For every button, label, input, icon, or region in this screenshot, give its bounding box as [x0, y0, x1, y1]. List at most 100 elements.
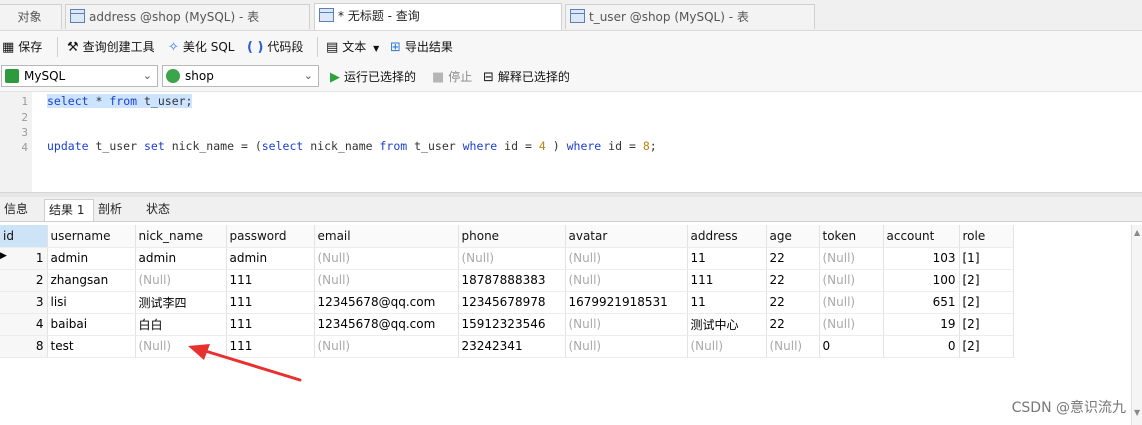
- cell-nick-name[interactable]: admin: [135, 247, 227, 270]
- column-header-avatar[interactable]: avatar: [565, 225, 688, 248]
- cell-role[interactable]: [2]: [959, 269, 1014, 292]
- cell-age[interactable]: (Null): [766, 335, 820, 358]
- export-results-button[interactable]: ⊞ 导出结果: [390, 38, 453, 56]
- result-tabs: 信息 结果 1 剖析 状态: [0, 197, 1142, 222]
- column-header-token[interactable]: token: [819, 225, 884, 248]
- cell-account[interactable]: 103: [883, 247, 960, 270]
- table-row[interactable]: 2 zhangsan (Null) 111 (Null) 18787888383 (Null…: [0, 269, 1014, 292]
- cell-avatar[interactable]: (Null): [565, 247, 688, 270]
- cell-token[interactable]: 0: [819, 335, 884, 358]
- cell-role[interactable]: [2]: [959, 291, 1014, 314]
- column-header-account[interactable]: account: [883, 225, 960, 248]
- table-row[interactable]: 1 admin admin admin (Null) (Null) (Null) 11 22 (N…: [0, 247, 1014, 270]
- cell-email[interactable]: 12345678@qq.com: [314, 313, 459, 336]
- code-snippet-button[interactable]: ( ) 代码段: [247, 38, 303, 56]
- cell-role[interactable]: [2]: [959, 335, 1014, 358]
- column-header-password[interactable]: password: [226, 225, 315, 248]
- cell-email[interactable]: (Null): [314, 247, 459, 270]
- tab-info[interactable]: 信息: [0, 199, 32, 221]
- cell-avatar[interactable]: (Null): [565, 335, 688, 358]
- tab-untitled-query[interactable]: * 无标题 - 查询: [314, 3, 562, 30]
- cell-token[interactable]: (Null): [819, 313, 884, 336]
- tab-address-table[interactable]: address @shop (MySQL) - 表: [65, 4, 310, 29]
- cell-account[interactable]: 19: [883, 313, 960, 336]
- tab-objects[interactable]: 对象: [0, 4, 62, 29]
- column-header-id[interactable]: id: [0, 225, 48, 248]
- cell-password[interactable]: 111: [226, 313, 315, 336]
- explain-selected-button[interactable]: ⊟ 解释已选择的: [483, 68, 570, 86]
- stop-button[interactable]: ■ 停止: [432, 68, 472, 86]
- cell-id[interactable]: 8: [0, 335, 48, 358]
- cell-nick-name[interactable]: 测试李四: [135, 291, 227, 314]
- cell-avatar[interactable]: (Null): [565, 313, 688, 336]
- cell-email[interactable]: (Null): [314, 335, 459, 358]
- database-select[interactable]: shop ⌄: [162, 65, 319, 87]
- cell-address[interactable]: 测试中心: [687, 313, 767, 336]
- table-row[interactable]: 8 test (Null) 111 (Null) 23242341 (Null) (Null)…: [0, 335, 1014, 358]
- cell-token[interactable]: (Null): [819, 247, 884, 270]
- cell-password[interactable]: admin: [226, 247, 315, 270]
- cell-phone[interactable]: 15912323546: [458, 313, 566, 336]
- cell-role[interactable]: [1]: [959, 247, 1014, 270]
- vertical-scrollbar[interactable]: ▲ ▼: [1131, 225, 1142, 425]
- cell-account[interactable]: 100: [883, 269, 960, 292]
- connection-select[interactable]: MySQL ⌄: [1, 65, 158, 87]
- explain-selected-label: 解释已选择的: [497, 70, 570, 84]
- tab-t-user-table[interactable]: t_user @shop (MySQL) - 表: [565, 4, 815, 29]
- cell-account[interactable]: 0: [883, 335, 960, 358]
- cell-username[interactable]: test: [47, 335, 136, 358]
- cell-email[interactable]: (Null): [314, 269, 459, 292]
- cell-avatar[interactable]: 1679921918531: [565, 291, 688, 314]
- run-selected-button[interactable]: ▶ 运行已选择的: [330, 68, 416, 86]
- cell-id[interactable]: 3: [0, 291, 48, 314]
- cell-age[interactable]: 22: [766, 313, 820, 336]
- cell-token[interactable]: (Null): [819, 291, 884, 314]
- cell-email[interactable]: 12345678@qq.com: [314, 291, 459, 314]
- text-mode-button[interactable]: ▤ 文本 ▼: [326, 38, 379, 56]
- cell-address[interactable]: 111: [687, 269, 767, 292]
- scroll-down-icon[interactable]: ▼: [1134, 408, 1140, 417]
- column-header-email[interactable]: email: [314, 225, 459, 248]
- cell-phone[interactable]: 18787888383: [458, 269, 566, 292]
- cell-username[interactable]: zhangsan: [47, 269, 136, 292]
- column-header-role[interactable]: role: [959, 225, 1014, 248]
- cell-age[interactable]: 22: [766, 269, 820, 292]
- cell-avatar[interactable]: (Null): [565, 269, 688, 292]
- column-header-username[interactable]: username: [47, 225, 136, 248]
- cell-phone[interactable]: (Null): [458, 247, 566, 270]
- cell-role[interactable]: [2]: [959, 313, 1014, 336]
- table-row[interactable]: 4 baibai 白白 111 12345678@qq.com 15912323546 (N…: [0, 313, 1014, 336]
- column-header-phone[interactable]: phone: [458, 225, 566, 248]
- tab-result-1[interactable]: 结果 1: [44, 199, 94, 221]
- cell-age[interactable]: 22: [766, 291, 820, 314]
- cell-username[interactable]: lisi: [47, 291, 136, 314]
- cell-phone[interactable]: 12345678978: [458, 291, 566, 314]
- cell-age[interactable]: 22: [766, 247, 820, 270]
- cell-id[interactable]: 1: [0, 247, 48, 270]
- column-header-nick-name[interactable]: nick_name: [135, 225, 227, 248]
- sql-editor[interactable]: 1 2 3 4 select * from t_user; update t_u…: [0, 92, 1142, 192]
- tab-profile[interactable]: 剖析: [94, 199, 126, 221]
- query-builder-button[interactable]: ⚒ 查询创建工具: [67, 38, 155, 56]
- cell-username[interactable]: baibai: [47, 313, 136, 336]
- cell-token[interactable]: (Null): [819, 269, 884, 292]
- cell-account[interactable]: 651: [883, 291, 960, 314]
- beautify-sql-button[interactable]: ✧ 美化 SQL: [168, 38, 234, 56]
- cell-username[interactable]: admin: [47, 247, 136, 270]
- cell-id[interactable]: 2: [0, 269, 48, 292]
- column-header-address[interactable]: address: [687, 225, 767, 248]
- table-row[interactable]: 3 lisi 测试李四 111 12345678@qq.com 12345678978 16…: [0, 291, 1014, 314]
- cell-id[interactable]: 4: [0, 313, 48, 336]
- cell-nick-name[interactable]: 白白: [135, 313, 227, 336]
- cell-password[interactable]: 111: [226, 291, 315, 314]
- cell-address[interactable]: (Null): [687, 335, 767, 358]
- cell-password[interactable]: 111: [226, 269, 315, 292]
- cell-address[interactable]: 11: [687, 291, 767, 314]
- cell-phone[interactable]: 23242341: [458, 335, 566, 358]
- tab-status[interactable]: 状态: [142, 199, 174, 221]
- column-header-age[interactable]: age: [766, 225, 820, 248]
- cell-address[interactable]: 11: [687, 247, 767, 270]
- scroll-up-icon[interactable]: ▲: [1134, 228, 1140, 237]
- cell-nick-name[interactable]: (Null): [135, 269, 227, 292]
- save-button[interactable]: ▦ 保存: [2, 38, 42, 56]
